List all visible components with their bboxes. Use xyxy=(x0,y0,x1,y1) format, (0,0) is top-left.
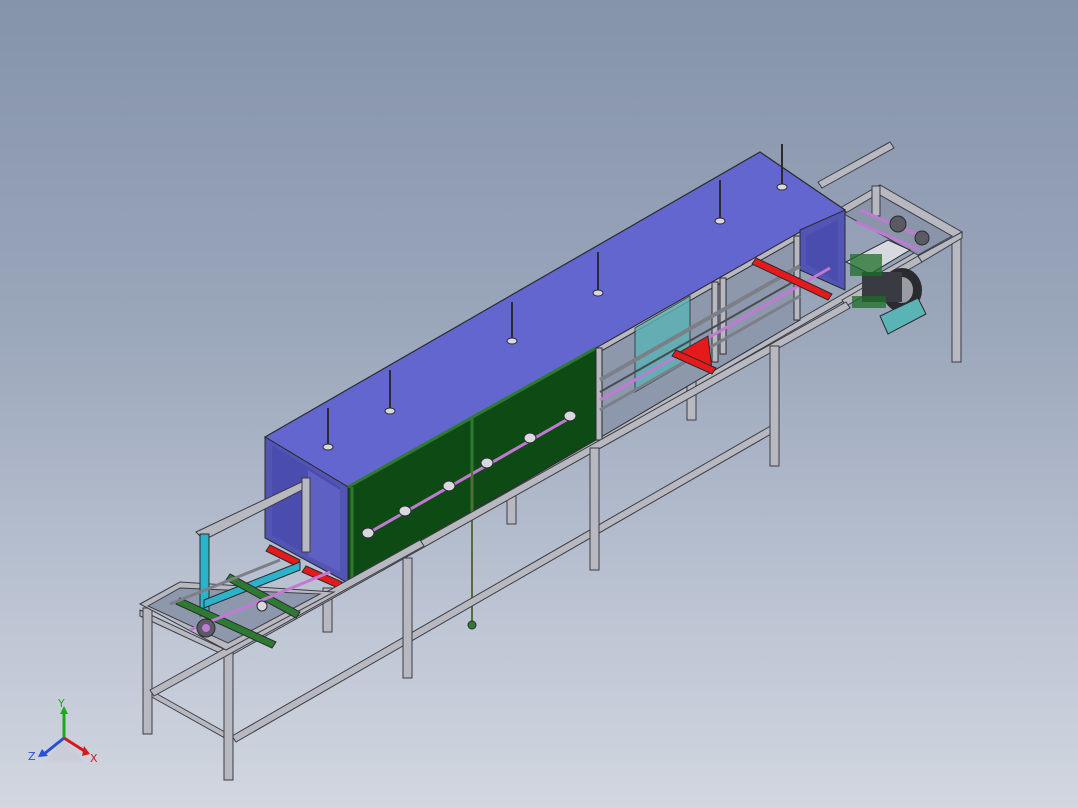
conveyor-oven-assembly-model[interactable] xyxy=(0,0,1078,808)
triad-y-label: Y xyxy=(58,697,65,710)
view-orientation-triad[interactable]: Y X Z xyxy=(24,694,108,774)
triad-z-label: Z xyxy=(28,750,36,763)
exhaust-pipe xyxy=(817,141,895,189)
triad-x-label: X xyxy=(90,752,98,765)
cad-graphics-viewport[interactable]: Y X Z xyxy=(0,0,1078,808)
